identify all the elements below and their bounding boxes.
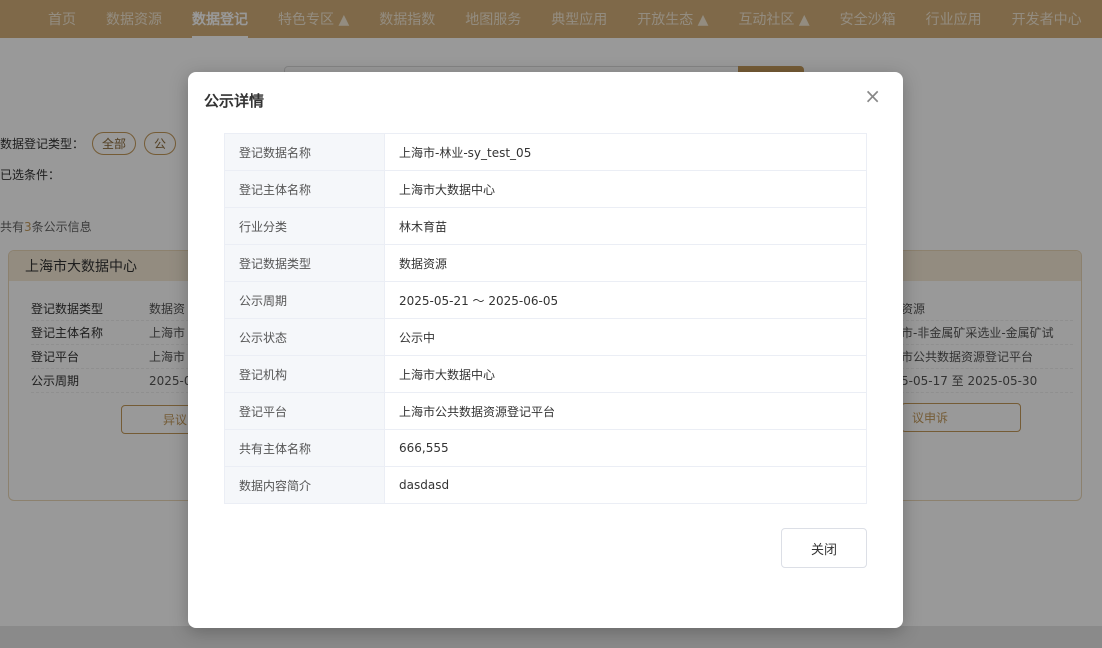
field-value: 数据资源 <box>384 244 867 282</box>
publicity-detail-dialog: 公示详情 × 登记数据名称 上海市-林业-sy_test_05 登记主体名称 上海市… <box>188 72 903 628</box>
field-value: 666,555 <box>384 429 867 467</box>
table-row: 登记机构 上海市大数据中心 <box>224 355 867 393</box>
field-label: 登记平台 <box>224 392 385 430</box>
field-value: 公示中 <box>384 318 867 356</box>
field-value: 上海市公共数据资源登记平台 <box>384 392 867 430</box>
field-label: 公示状态 <box>224 318 385 356</box>
field-label: 登记主体名称 <box>224 170 385 208</box>
field-value: 上海市大数据中心 <box>384 355 867 393</box>
detail-table: 登记数据名称 上海市-林业-sy_test_05 登记主体名称 上海市大数据中心 行… <box>224 133 867 504</box>
field-label: 登记数据类型 <box>224 244 385 282</box>
table-row: 共有主体名称 666,555 <box>224 429 867 467</box>
table-row: 登记平台 上海市公共数据资源登记平台 <box>224 392 867 430</box>
field-label: 行业分类 <box>224 207 385 245</box>
table-row: 行业分类 林木育苗 <box>224 207 867 245</box>
field-value: 上海市-林业-sy_test_05 <box>384 133 867 171</box>
field-label: 登记数据名称 <box>224 133 385 171</box>
field-value: 上海市大数据中心 <box>384 170 867 208</box>
field-label: 登记机构 <box>224 355 385 393</box>
table-row: 登记数据名称 上海市-林业-sy_test_05 <box>224 133 867 171</box>
close-button[interactable]: 关闭 <box>781 528 867 568</box>
table-row: 公示状态 公示中 <box>224 318 867 356</box>
field-label: 数据内容简介 <box>224 466 385 504</box>
field-value: dasdasd <box>384 466 867 504</box>
close-icon[interactable]: × <box>864 86 881 106</box>
table-row: 登记数据类型 数据资源 <box>224 244 867 282</box>
table-row: 登记主体名称 上海市大数据中心 <box>224 170 867 208</box>
table-row: 数据内容简介 dasdasd <box>224 466 867 504</box>
table-row: 公示周期 2025-05-21 ～ 2025-06-05 <box>224 281 867 319</box>
field-label: 公示周期 <box>224 281 385 319</box>
field-value: 2025-05-21 ～ 2025-06-05 <box>384 281 867 319</box>
dialog-title: 公示详情 <box>204 92 265 110</box>
field-value: 林木育苗 <box>384 207 867 245</box>
field-label: 共有主体名称 <box>224 429 385 467</box>
